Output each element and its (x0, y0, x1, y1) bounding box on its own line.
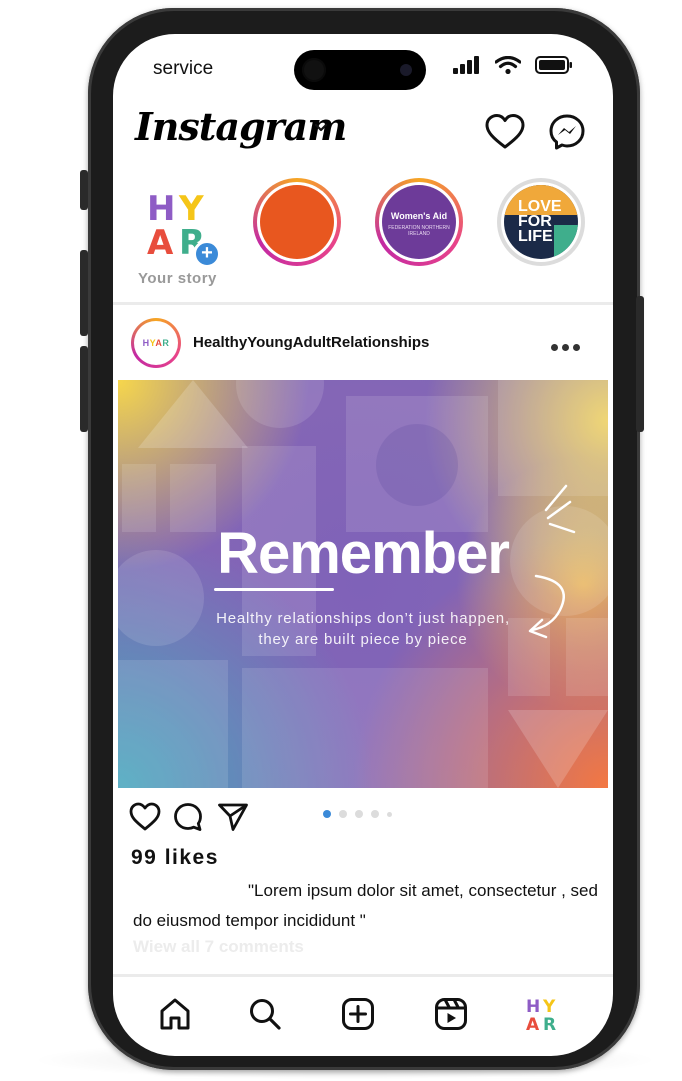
battery-icon (535, 56, 572, 74)
home-icon (160, 998, 190, 1030)
carousel-dot (323, 810, 331, 818)
reels-icon (435, 998, 467, 1030)
title-underline (214, 588, 334, 591)
sensor-icon (400, 64, 412, 76)
story-item-womens-aid[interactable]: Women's Aid FEDERATION NORTHERN IRELAND (375, 178, 463, 266)
screen: service Instagram H Y A R + Your story W… (113, 34, 613, 1056)
signal-icon (453, 56, 479, 74)
carrier-label: service (153, 58, 214, 79)
action-button (80, 170, 88, 210)
volume-down-button (80, 346, 88, 432)
story-text: Women's Aid (390, 211, 448, 221)
shape-circle (236, 380, 324, 428)
likes-count[interactable]: 99 likes (131, 846, 219, 870)
story-label: Your story (138, 270, 217, 287)
power-button (636, 296, 644, 432)
post-avatar[interactable]: HYAR (131, 318, 181, 368)
comment-icon[interactable] (173, 802, 203, 832)
story-item-love-for-life[interactable]: LOVE FOR LIFE (497, 178, 585, 266)
nav-divider (113, 974, 613, 977)
nav-reels[interactable] (431, 994, 471, 1034)
svg-text:A: A (526, 1015, 540, 1032)
volume-up-button (80, 250, 88, 336)
shape-circle (376, 424, 458, 506)
shape-triangle (508, 710, 608, 788)
search-icon (250, 999, 281, 1030)
wifi-icon (495, 56, 521, 74)
create-icon (342, 998, 374, 1030)
svg-text:A: A (147, 223, 174, 258)
carousel-dot (371, 810, 379, 818)
dynamic-island (294, 50, 426, 90)
carousel-dot (355, 810, 363, 818)
story-subtext: FEDERATION NORTHERN IRELAND (388, 225, 450, 237)
carousel-dot (387, 811, 392, 817)
post-image[interactable]: Remember Healthy relationships don’t jus… (118, 380, 608, 788)
shape-rect (118, 660, 228, 788)
shape-rect (242, 668, 488, 788)
shape-triangle (138, 380, 248, 448)
post-username[interactable]: HealthyYoungAdultRelationships (193, 334, 429, 351)
camera-icon (302, 58, 326, 82)
view-comments-link[interactable]: Wiew all 7 comments (133, 937, 304, 957)
story-item-orange[interactable] (253, 178, 341, 266)
nav-create[interactable] (338, 994, 378, 1034)
svg-text:R: R (543, 1015, 556, 1032)
nav-search[interactable] (245, 994, 285, 1034)
svg-text:Y: Y (542, 997, 556, 1017)
chevron-down-icon[interactable] (313, 122, 329, 134)
profile-avatar: H Y A R (526, 997, 556, 1032)
shape-rect (498, 380, 608, 496)
svg-text:H: H (526, 997, 540, 1017)
bottom-nav: H Y A R (113, 978, 613, 1056)
carousel-indicator (323, 810, 392, 818)
messenger-icon[interactable] (549, 114, 585, 150)
nav-home[interactable] (155, 994, 195, 1034)
stories-divider (113, 302, 613, 305)
like-icon[interactable] (129, 802, 161, 832)
story-text: LOVE FOR LIFE (518, 198, 562, 245)
add-story-icon[interactable]: + (193, 240, 221, 268)
share-icon[interactable] (217, 802, 249, 832)
carousel-dot (339, 810, 347, 818)
heart-icon[interactable] (485, 114, 525, 150)
nav-profile[interactable]: H Y A R (523, 994, 563, 1034)
post-caption: "Lorem ipsum dolor sit amet, consectetur… (133, 881, 598, 930)
sparkle-arrow-doodle (528, 484, 576, 639)
more-options-icon[interactable] (551, 344, 580, 351)
status-icons (453, 56, 573, 74)
